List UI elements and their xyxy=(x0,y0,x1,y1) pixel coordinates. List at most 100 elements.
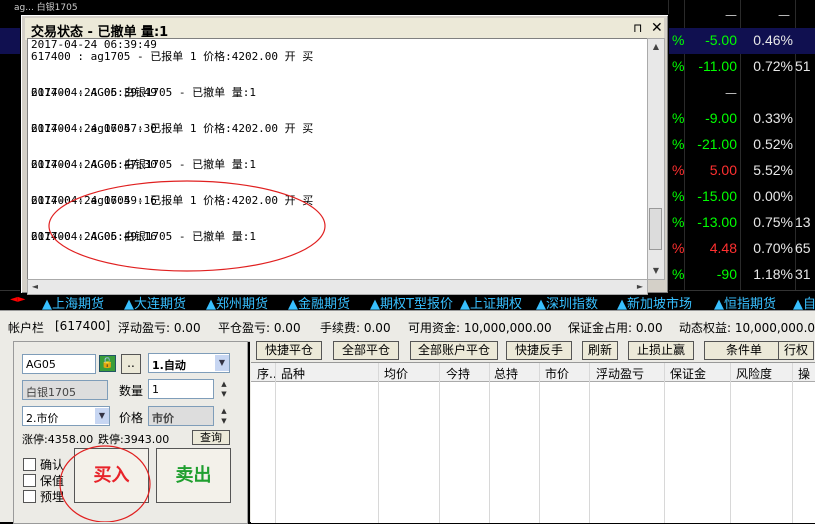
col-header[interactable]: 风险度 xyxy=(736,365,772,382)
pin-icon[interactable]: ⊓ xyxy=(633,21,642,35)
tab-hang-seng-futures[interactable]: ▲恒指期货 xyxy=(714,293,776,312)
quote-chg: -15.00 xyxy=(697,188,737,204)
tab-dalian-futures[interactable]: ▲大连期货 xyxy=(124,293,186,312)
confirm-checkbox[interactable] xyxy=(23,458,36,471)
tab-financial-futures[interactable]: ▲金融期货 xyxy=(288,293,350,312)
dash: — xyxy=(725,86,737,100)
margin-used: 保证金占用: 0.00 xyxy=(568,321,663,335)
log-message: 617400 : AG05 白银1705 - 已撤单 量:1 xyxy=(31,230,256,243)
scroll-thumb[interactable] xyxy=(649,208,662,250)
board-top-label: ag... 白银1705 xyxy=(14,3,78,13)
account-bar-label: 帐户栏 xyxy=(8,321,45,335)
scroll-right-icon[interactable]: ► xyxy=(633,280,647,294)
limit-down: 跌停:3943.00 xyxy=(98,433,170,446)
code-input[interactable]: AG05 xyxy=(22,354,96,374)
query-button[interactable]: 查询 xyxy=(192,430,230,445)
horizontal-scrollbar[interactable]: ◄ ► xyxy=(27,279,648,295)
chevron-down-icon[interactable]: ▼ xyxy=(215,355,229,371)
quote-chg: -9.00 xyxy=(705,110,737,126)
buy-button[interactable]: 买入 xyxy=(74,448,149,503)
col-header[interactable]: 今持 xyxy=(446,365,470,382)
scroll-down-icon[interactable]: ▼ xyxy=(648,263,664,279)
quote-rate: 0.52% xyxy=(753,136,793,152)
col-header[interactable]: 操 xyxy=(798,365,810,382)
quote-chg: 5.00 xyxy=(709,162,737,178)
toolbar: 快捷平仓 全部平仓 全部账户平仓 快捷反手 刷新 止损止赢 条件单 行权 xyxy=(250,341,815,361)
col-header[interactable]: 均价 xyxy=(384,365,408,382)
quote-row[interactable]: % -90 1.18% 31 xyxy=(668,262,815,288)
quote-row[interactable]: % -13.00 0.75% 13 xyxy=(668,210,815,236)
stop-loss-button[interactable]: 止损止赢 xyxy=(628,341,694,360)
close-all-button[interactable]: 全部平仓 xyxy=(333,341,399,360)
trade-status-dialog: 交易状态 - 已撤单 量:1 ⊓ ✕ 2017-04-24 06:39:49 61… xyxy=(20,14,669,295)
qty-stepper[interactable]: ▲ ▼ xyxy=(217,379,231,399)
quote-chg: -90 xyxy=(716,266,737,282)
quote-rate: 0.72% xyxy=(753,58,793,74)
quick-close-button[interactable]: 快捷平仓 xyxy=(256,341,322,360)
price-stepper[interactable]: ▲ ▼ xyxy=(217,406,231,426)
quote-row[interactable]: % -21.00 0.52% xyxy=(668,132,815,158)
conditional-order-button[interactable]: 条件单 xyxy=(704,341,784,360)
chevron-down-icon[interactable]: ▼ xyxy=(95,408,109,424)
col-header[interactable]: 保证金 xyxy=(670,365,706,382)
refresh-button[interactable]: 刷新 xyxy=(582,341,618,360)
dash: — xyxy=(725,8,737,22)
price-label: 价格 xyxy=(119,411,144,425)
quote-rate: 0.00% xyxy=(753,188,793,204)
account-id: [617400] xyxy=(55,319,111,333)
quote-row[interactable]: % 5.00 5.52% xyxy=(668,158,815,184)
tab-zhengzhou-futures[interactable]: ▲郑州期货 xyxy=(206,293,268,312)
close-all-accounts-button[interactable]: 全部账户平仓 xyxy=(410,341,498,360)
tab-shanghai-futures[interactable]: ▲上海期货 xyxy=(42,293,104,312)
log-message: 617400 : AG05 白银1705 - 已撤单 量:1 xyxy=(31,86,256,99)
dialog-titlebar[interactable]: 交易状态 - 已撤单 量:1 ⊓ ✕ xyxy=(25,18,664,40)
quote-row[interactable]: % -5.00 0.46% xyxy=(668,28,815,54)
quote-rate: 5.52% xyxy=(753,162,793,178)
col-header[interactable]: 总持 xyxy=(494,365,518,382)
col-header[interactable]: 市价 xyxy=(545,365,569,382)
exercise-button[interactable]: 行权 xyxy=(778,341,814,360)
close-icon[interactable]: ✕ xyxy=(651,20,663,36)
tab-more[interactable]: ▲自 xyxy=(793,293,815,312)
tab-scroll-arrows[interactable]: ◄► xyxy=(10,294,25,305)
lock-icon[interactable]: 🔓 xyxy=(99,355,116,372)
col-header[interactable]: 浮动盈亏 xyxy=(596,365,644,382)
vertical-scrollbar[interactable]: ▲ ▼ xyxy=(647,38,665,280)
col-header[interactable]: 品种 xyxy=(281,365,305,382)
col-header[interactable]: 序.. xyxy=(257,365,277,382)
order-panel: AG05 🔓 .. 1.自动 ▼ 白银1705 数量 1 ▲ ▼ 2.市价 ▼ 价… xyxy=(0,341,248,524)
quote-rate: 0.70% xyxy=(753,240,793,256)
account-bar: 帐户栏 [617400] 浮动盈亏: 0.00 平仓盈亏: 0.00 手续费: … xyxy=(0,310,815,342)
quote-row[interactable]: % -9.00 0.33% xyxy=(668,106,815,132)
quote-vol: 31 xyxy=(795,266,811,282)
scroll-up-icon[interactable]: ▲ xyxy=(648,39,664,55)
preset-label: 预埋 xyxy=(40,490,65,504)
quote-chg: 4.48 xyxy=(709,240,737,256)
tab-sse-options[interactable]: ▲上证期权 xyxy=(460,293,522,312)
quote-vol: 13 xyxy=(795,214,811,230)
quote-row[interactable]: % -15.00 0.00% xyxy=(668,184,815,210)
tab-shenzhen-index[interactable]: ▲深圳指数 xyxy=(536,293,598,312)
quote-rate: 0.75% xyxy=(753,214,793,230)
float-pl: 浮动盈亏: 0.00 xyxy=(118,321,201,335)
dynamic-equity: 动态权益: 10,000,000.00 xyxy=(679,321,815,335)
qty-label: 数量 xyxy=(119,384,144,398)
price-input[interactable]: 市价 xyxy=(148,406,214,426)
quote-chg: -21.00 xyxy=(697,136,737,152)
confirm-label: 确认 xyxy=(40,458,65,472)
quick-reverse-button[interactable]: 快捷反手 xyxy=(506,341,572,360)
qty-input[interactable]: 1 xyxy=(148,379,214,399)
preset-checkbox[interactable] xyxy=(23,490,36,503)
hedge-checkbox[interactable] xyxy=(23,474,36,487)
quote-row[interactable]: % -11.00 0.72% 51 xyxy=(668,54,815,80)
quote-row[interactable]: % 4.48 0.70% 65 xyxy=(668,236,815,262)
quote-row[interactable] xyxy=(668,80,815,106)
tab-option-t[interactable]: ▲期权T型报价 xyxy=(370,293,453,312)
positions-grid[interactable]: 序.. 品种 均价 今持 总持 市价 浮动盈亏 保证金 风险度 操 xyxy=(251,362,815,523)
scroll-left-icon[interactable]: ◄ xyxy=(28,280,42,294)
more-button[interactable]: .. xyxy=(121,354,141,374)
status-log: 2017-04-24 06:39:49 617400 : ag1705 - 已报单… xyxy=(27,38,648,280)
sell-button[interactable]: 卖出 xyxy=(156,448,231,503)
tab-singapore-market[interactable]: ▲新加坡市场 xyxy=(617,293,692,312)
fee: 手续费: 0.00 xyxy=(320,321,391,335)
